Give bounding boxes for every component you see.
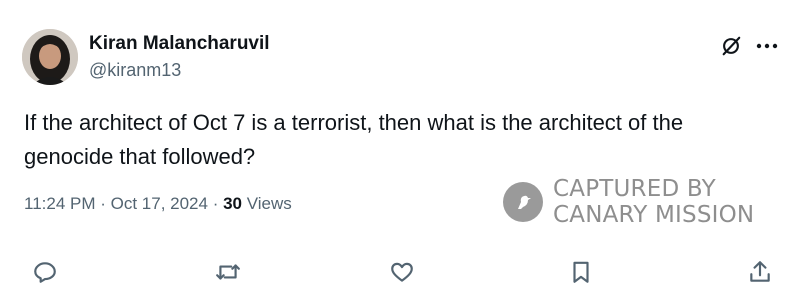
watermark-line1: CAPTURED BY	[553, 176, 716, 202]
view-label: Views	[242, 194, 292, 213]
avatar[interactable]	[22, 29, 78, 85]
share-button[interactable]	[747, 259, 773, 285]
post-time[interactable]: 11:24 PM	[24, 194, 96, 213]
action-bar	[0, 257, 800, 287]
meta-separator: ·	[207, 194, 224, 213]
meta-separator: ·	[95, 194, 111, 213]
share-icon	[750, 261, 770, 282]
bookmark-button[interactable]	[568, 259, 594, 285]
more-icon[interactable]	[754, 35, 780, 57]
canary-bird-icon	[503, 182, 543, 222]
user-handle[interactable]: @kiranm13	[89, 60, 181, 81]
reply-icon	[34, 262, 56, 283]
like-icon	[391, 262, 413, 282]
watermark: CAPTURED BY CANARY MISSION	[503, 175, 754, 229]
avatar-photo	[22, 29, 78, 85]
repost-icon	[216, 264, 240, 280]
post-date[interactable]: Oct 17, 2024	[111, 194, 208, 213]
repost-button[interactable]	[215, 259, 241, 285]
reply-button[interactable]	[32, 259, 58, 285]
grok-icon[interactable]	[720, 35, 742, 57]
watermark-line2: CANARY MISSION	[553, 202, 755, 228]
post-text: If the architect of Oct 7 is a terrorist…	[24, 110, 684, 169]
bookmark-icon	[573, 261, 589, 283]
like-button[interactable]	[389, 259, 415, 285]
post-metadata: 11:24 PM · Oct 17, 2024 · 30 Views	[24, 194, 292, 214]
display-name[interactable]: Kiran Malancharuvil	[89, 33, 270, 55]
view-count: 30	[223, 194, 242, 213]
